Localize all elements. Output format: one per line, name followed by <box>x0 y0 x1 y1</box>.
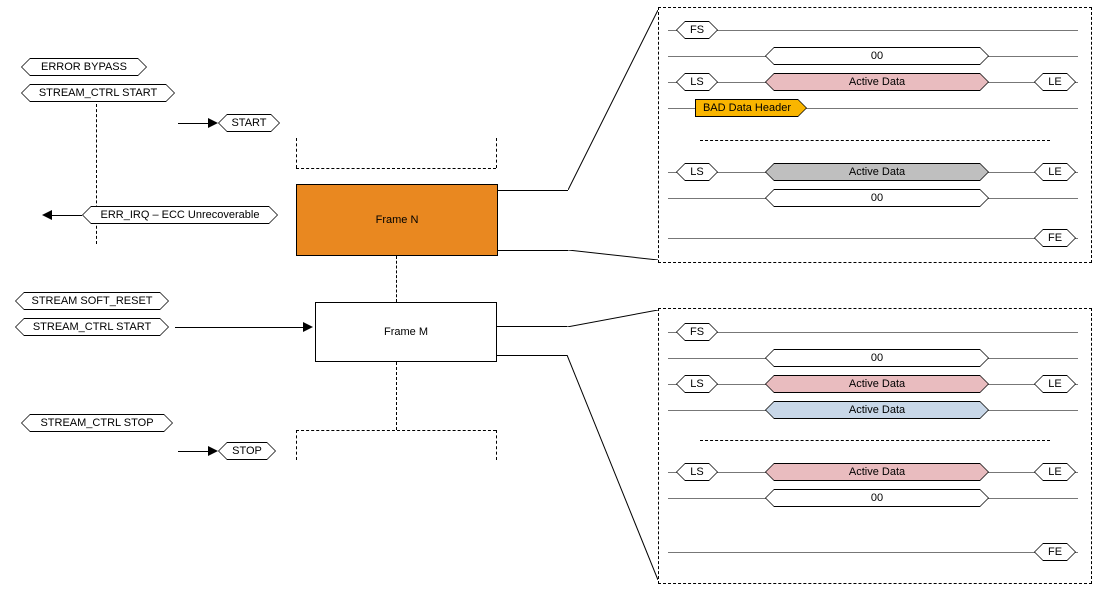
bracket-n-t <box>296 168 496 169</box>
bracket-b-l <box>296 430 297 460</box>
n-le1-text: LE <box>1043 73 1067 91</box>
n-divider <box>700 140 1050 141</box>
frame-m-label: Frame M <box>384 326 428 338</box>
label-stream-ctrl-start: STREAM_CTRL START <box>21 84 175 102</box>
n-ls-1: LS <box>676 73 718 91</box>
dashed-below-m <box>396 362 397 430</box>
bracket-b-t <box>296 430 496 431</box>
m-ls2-text: LS <box>685 463 709 481</box>
m-fs-text: FS <box>685 323 709 341</box>
n-le2-text: LE <box>1043 163 1067 181</box>
text-start: START <box>227 114 271 132</box>
arrow-start2-framem <box>303 322 313 332</box>
text-stream-ctrl-start: STREAM_CTRL START <box>30 84 166 102</box>
m-ls-1: LS <box>676 375 718 393</box>
panel-frame-n <box>658 7 1092 263</box>
n-ls1-text: LS <box>685 73 709 91</box>
conn-n-slant-t <box>568 10 658 190</box>
m-row-fe-line <box>668 552 1078 553</box>
n-active-2: Active Data <box>765 163 989 181</box>
text-stream-ctrl-start-2: STREAM_CTRL START <box>24 318 160 336</box>
n-fs: FS <box>676 21 718 39</box>
frame-n-label: Frame N <box>376 214 419 226</box>
conn-n-bot <box>498 250 568 251</box>
line-start2-framem <box>175 327 305 328</box>
m-fs: FS <box>676 323 718 341</box>
bracket-b-r <box>496 430 497 460</box>
arrow-to-start <box>208 118 218 128</box>
n-00: 00 <box>765 47 989 65</box>
m-00: 00 <box>765 349 989 367</box>
n-row-fe-line <box>668 238 1078 239</box>
m-active-blue: Active Data <box>765 401 989 419</box>
label-stop: STOP <box>218 442 276 460</box>
label-start: START <box>218 114 280 132</box>
n-ls-2: LS <box>676 163 718 181</box>
m-ad2-text: Active Data <box>774 463 980 481</box>
conn-n-slant-b <box>568 250 658 260</box>
n-bad-header: BAD Data Header <box>695 99 807 117</box>
m-fe-text: FE <box>1043 543 1067 561</box>
m-ls-2: LS <box>676 463 718 481</box>
n-00-text: 00 <box>774 47 980 65</box>
n-fe-text: FE <box>1043 229 1067 247</box>
n-bad-text: BAD Data Header <box>695 99 798 117</box>
conn-m-bot <box>497 355 567 356</box>
dashed-between-frames <box>396 256 397 302</box>
line-to-start <box>178 123 208 124</box>
label-err-irq: ERR_IRQ – ECC Unrecoverable <box>82 206 278 224</box>
label-stream-ctrl-stop: STREAM_CTRL STOP <box>21 414 173 432</box>
n-00b: 00 <box>765 189 989 207</box>
m-00b: 00 <box>765 489 989 507</box>
label-stream-soft-reset: STREAM SOFT_RESET <box>15 292 169 310</box>
line-err-irq <box>52 215 82 216</box>
conn-m-slant-b <box>567 355 657 580</box>
m-ad-blue-text: Active Data <box>774 401 980 419</box>
m-le-1: LE <box>1034 375 1076 393</box>
m-le2-text: LE <box>1043 463 1067 481</box>
bracket-n-l <box>296 138 297 168</box>
text-error-bypass: ERROR BYPASS <box>30 58 138 76</box>
m-row-fs-line <box>668 332 1078 333</box>
n-00b-text: 00 <box>774 189 980 207</box>
m-active-1: Active Data <box>765 375 989 393</box>
n-fe: FE <box>1034 229 1076 247</box>
bracket-n-r <box>496 138 497 168</box>
conn-m-top <box>497 326 567 327</box>
conn-m-slant-t <box>567 310 657 327</box>
n-fs-text: FS <box>685 21 709 39</box>
m-le1-text: LE <box>1043 375 1067 393</box>
m-le-2: LE <box>1034 463 1076 481</box>
line-to-stop <box>178 451 208 452</box>
text-stop: STOP <box>227 442 267 460</box>
m-divider <box>700 440 1050 441</box>
m-active-2: Active Data <box>765 463 989 481</box>
m-00b-text: 00 <box>774 489 980 507</box>
m-ad1-text: Active Data <box>774 375 980 393</box>
conn-n-top <box>498 190 568 191</box>
n-row-fs-line <box>668 30 1078 31</box>
text-err-irq: ERR_IRQ – ECC Unrecoverable <box>91 206 269 224</box>
frame-n: Frame N <box>296 184 498 256</box>
n-le-2: LE <box>1034 163 1076 181</box>
arrow-err-irq <box>42 210 52 220</box>
label-stream-ctrl-start-2: STREAM_CTRL START <box>15 318 169 336</box>
arrow-to-stop <box>208 446 218 456</box>
frame-m: Frame M <box>315 302 497 362</box>
n-ad2-text: Active Data <box>774 163 980 181</box>
n-active-1: Active Data <box>765 73 989 91</box>
text-stream-ctrl-stop: STREAM_CTRL STOP <box>30 414 164 432</box>
m-fe: FE <box>1034 543 1076 561</box>
n-le-1: LE <box>1034 73 1076 91</box>
n-ad1-text: Active Data <box>774 73 980 91</box>
m-00-text: 00 <box>774 349 980 367</box>
m-ls1-text: LS <box>685 375 709 393</box>
label-error-bypass: ERROR BYPASS <box>21 58 147 76</box>
text-stream-soft-reset: STREAM SOFT_RESET <box>24 292 160 310</box>
n-ls2-text: LS <box>685 163 709 181</box>
